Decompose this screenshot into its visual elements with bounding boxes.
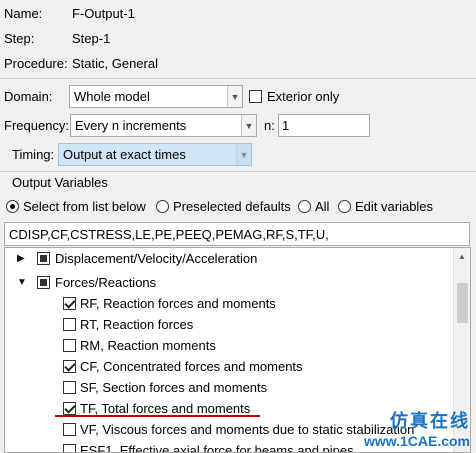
variables-text-value: CDISP,CF,CSTRESS,LE,PE,PEEQ,PEMAG,RF,S,T… bbox=[9, 226, 329, 242]
step-label: Step: bbox=[4, 31, 35, 46]
radio-preselected-defaults[interactable]: Preselected defaults bbox=[156, 199, 291, 214]
frequency-label: Frequency: bbox=[4, 118, 70, 133]
radio-all[interactable]: All bbox=[298, 199, 329, 214]
annotation-underline bbox=[55, 415, 260, 417]
tree-item-label: SF, Section forces and moments bbox=[80, 379, 268, 395]
tree-group-forces[interactable]: ▼ Forces/Reactions bbox=[17, 272, 156, 292]
checkbox[interactable] bbox=[63, 422, 76, 436]
domain-label: Domain: bbox=[4, 89, 53, 104]
radio-label: Select from list below bbox=[23, 199, 146, 214]
chevron-down-icon[interactable]: ▼ bbox=[241, 115, 256, 136]
checkbox[interactable] bbox=[63, 359, 76, 373]
watermark: 仿真在线 www.1CAE.com bbox=[364, 407, 470, 449]
tree-item-label: RM, Reaction moments bbox=[80, 337, 216, 353]
checkbox[interactable] bbox=[63, 380, 76, 394]
name-label: Name: bbox=[4, 6, 43, 21]
checkbox[interactable] bbox=[63, 338, 76, 352]
checkbox[interactable] bbox=[63, 296, 76, 310]
radio-button[interactable] bbox=[298, 200, 311, 213]
scroll-up-icon[interactable]: ▲ bbox=[454, 248, 470, 265]
tree-item-rt[interactable]: RT, Reaction forces bbox=[63, 314, 193, 334]
frequency-select[interactable]: Every n increments ▼ bbox=[70, 114, 257, 137]
domain-select[interactable]: Whole model ▼ bbox=[69, 85, 243, 108]
timing-select-value: Output at exact times bbox=[63, 147, 186, 162]
checkbox[interactable] bbox=[63, 317, 76, 331]
radio-button[interactable] bbox=[338, 200, 351, 213]
tree-item-label: ESF1, Effective axial force for beams an… bbox=[80, 442, 354, 453]
chevron-down-icon[interactable]: ▼ bbox=[236, 144, 251, 165]
radio-label: All bbox=[315, 199, 330, 214]
radio-button[interactable] bbox=[156, 200, 169, 213]
radio-button[interactable] bbox=[6, 200, 19, 213]
timing-select[interactable]: Output at exact times ▼ bbox=[58, 143, 252, 166]
tree-item-label: RF, Reaction forces and moments bbox=[80, 295, 276, 311]
n-label: n: bbox=[264, 118, 275, 133]
partial-checkbox[interactable] bbox=[37, 251, 50, 265]
separator bbox=[0, 78, 476, 79]
partial-checkbox[interactable] bbox=[37, 275, 50, 289]
checkbox[interactable] bbox=[63, 401, 76, 415]
name-value: F-Output-1 bbox=[72, 6, 135, 21]
collapse-arrow-icon[interactable]: ▼ bbox=[17, 277, 29, 288]
tree-group-displacement[interactable]: ▶ Displacement/Velocity/Acceleration bbox=[17, 248, 257, 268]
step-value: Step-1 bbox=[72, 31, 111, 46]
timing-label: Timing: bbox=[12, 147, 55, 162]
expand-arrow-icon[interactable]: ▶ bbox=[17, 253, 29, 264]
output-variables-label: Output Variables bbox=[12, 175, 108, 190]
tree-item-vf[interactable]: VF, Viscous forces and moments due to st… bbox=[63, 419, 414, 439]
tree-item-cf[interactable]: CF, Concentrated forces and moments bbox=[63, 356, 303, 376]
tree-item-rf[interactable]: RF, Reaction forces and moments bbox=[63, 293, 276, 313]
n-input[interactable]: 1 bbox=[278, 114, 370, 137]
checkbox[interactable] bbox=[63, 443, 76, 452]
variables-text-field[interactable]: CDISP,CF,CSTRESS,LE,PE,PEEQ,PEMAG,RF,S,T… bbox=[4, 222, 470, 246]
radio-edit-variables[interactable]: Edit variables bbox=[338, 199, 433, 214]
procedure-value: Static, General bbox=[72, 56, 158, 71]
watermark-text: 仿真在线 bbox=[390, 411, 470, 432]
domain-select-value: Whole model bbox=[74, 89, 150, 104]
tree-item-rm[interactable]: RM, Reaction moments bbox=[63, 335, 216, 355]
frequency-select-value: Every n increments bbox=[75, 118, 187, 133]
radio-label: Preselected defaults bbox=[173, 199, 291, 214]
separator bbox=[0, 171, 476, 172]
exterior-only-checkbox[interactable]: Exterior only bbox=[249, 89, 339, 104]
radio-label: Edit variables bbox=[355, 199, 434, 214]
exterior-only-box[interactable] bbox=[249, 90, 262, 103]
tree-item-sf[interactable]: SF, Section forces and moments bbox=[63, 377, 267, 397]
exterior-only-label: Exterior only bbox=[267, 89, 340, 104]
tree-item-label: CF, Concentrated forces and moments bbox=[80, 358, 303, 374]
scrollbar-thumb[interactable] bbox=[457, 283, 468, 323]
procedure-label: Procedure: bbox=[4, 56, 68, 71]
chevron-down-icon[interactable]: ▼ bbox=[227, 86, 242, 107]
n-input-value: 1 bbox=[282, 118, 290, 133]
radio-select-from-list[interactable]: Select from list below bbox=[6, 199, 146, 214]
tree-item-label: TF, Total forces and moments bbox=[80, 400, 251, 416]
tree-item-label: RT, Reaction forces bbox=[80, 316, 194, 332]
tree-item-esf1[interactable]: ESF1, Effective axial force for beams an… bbox=[63, 440, 354, 453]
tree-group-label: Displacement/Velocity/Acceleration bbox=[55, 250, 258, 266]
tree-group-label: Forces/Reactions bbox=[55, 274, 157, 290]
watermark-url: www.1CAE.com bbox=[363, 433, 470, 449]
